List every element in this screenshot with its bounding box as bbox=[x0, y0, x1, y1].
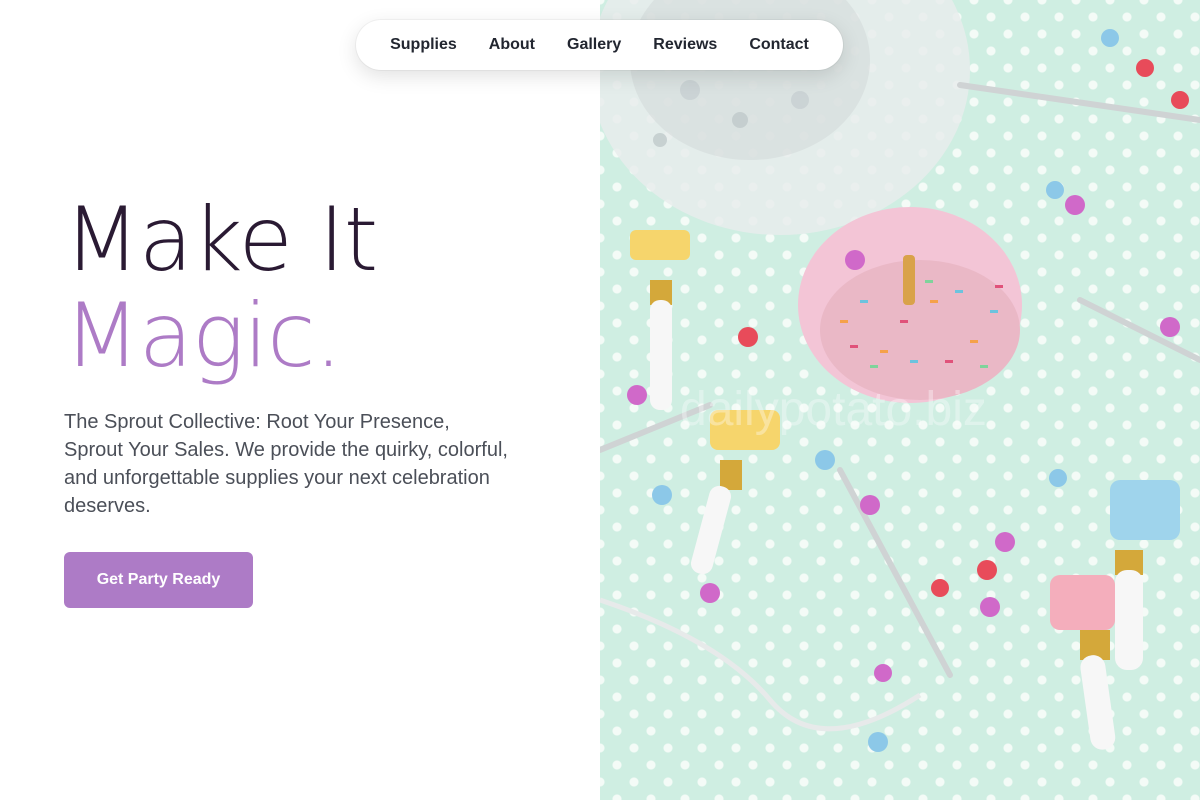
nav-link-reviews[interactable]: Reviews bbox=[637, 36, 733, 54]
nav-link-contact[interactable]: Contact bbox=[733, 36, 825, 54]
nav-link-supplies[interactable]: Supplies bbox=[374, 36, 473, 54]
headline-line-2: Magic. bbox=[64, 284, 342, 387]
party-blower-blue bbox=[1110, 480, 1180, 670]
nav-link-gallery[interactable]: Gallery bbox=[551, 36, 637, 54]
watermark-text: dailypotato.biz bbox=[680, 383, 987, 436]
hero-text-panel: Make It Magic. The Sprout Collective: Ro… bbox=[0, 0, 600, 800]
top-navigation: Supplies About Gallery Reviews Contact bbox=[356, 20, 843, 70]
nav-link-about[interactable]: About bbox=[473, 36, 551, 54]
hero-tagline: The Sprout Collective: Root Your Presenc… bbox=[64, 411, 508, 517]
get-party-ready-button[interactable]: Get Party Ready bbox=[64, 552, 253, 608]
hero-headline: Make It Magic. bbox=[64, 188, 378, 387]
headline-line-1: Make It bbox=[64, 188, 378, 291]
hero-photo: dailypotato.biz bbox=[600, 0, 1200, 800]
party-blower-pink bbox=[1050, 575, 1116, 750]
party-supplies-illustration: dailypotato.biz bbox=[600, 0, 1200, 752]
